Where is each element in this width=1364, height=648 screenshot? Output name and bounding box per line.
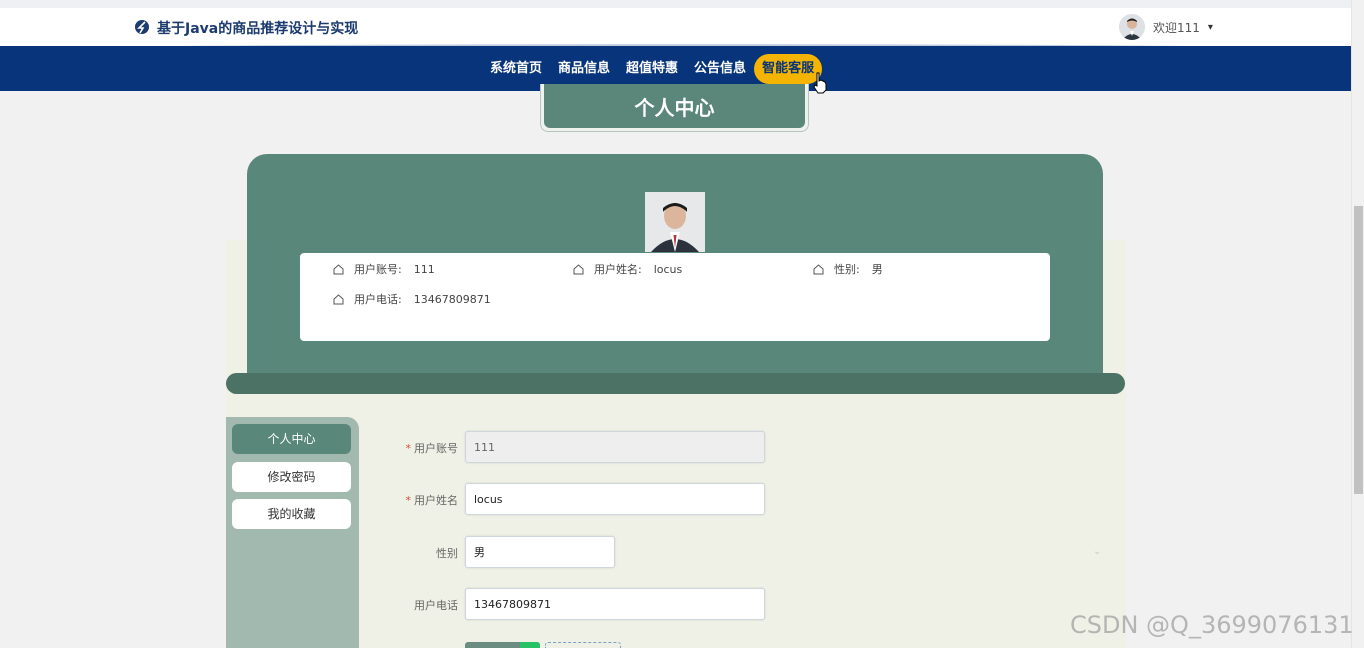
home-icon <box>813 263 824 274</box>
info-account: 用户账号: 111 <box>333 261 435 277</box>
page-scrollbar[interactable] <box>1351 0 1364 648</box>
sidebar: 个人中心 修改密码 我的收藏 <box>226 417 359 648</box>
home-icon <box>573 263 584 274</box>
nav-item-products[interactable]: 商品信息 <box>550 54 618 84</box>
nav-item-customer-service[interactable]: 智能客服 <box>754 54 823 84</box>
page-title-tab: 个人中心 <box>540 84 809 132</box>
nav-item-home[interactable]: 系统首页 <box>482 54 550 84</box>
phone-label: 用户电话: <box>354 293 402 306</box>
app-title: 基于Java的商品推荐设计与实现 <box>157 21 359 37</box>
gender-label: 性别: <box>834 263 860 276</box>
home-icon <box>333 263 344 274</box>
account-field[interactable] <box>465 431 765 463</box>
sidebar-item-change-password[interactable]: 修改密码 <box>232 462 351 492</box>
account-label: 用户账号: <box>354 263 402 276</box>
top-header: 基于Java的商品推荐设计与实现 欢迎111 ▾ <box>0 0 1364 50</box>
profile-card-base <box>226 373 1125 394</box>
nav-items: 系统首页 商品信息 超值特惠 公告信息 智能客服 <box>482 54 823 84</box>
upload-progress <box>520 642 540 648</box>
scrollbar-thumb[interactable] <box>1354 206 1363 494</box>
watermark: CSDN @Q_3699076131 <box>1070 611 1354 639</box>
nav-item-deals[interactable]: 超值特惠 <box>618 54 686 84</box>
info-name: 用户姓名: locus <box>573 261 682 277</box>
phone-field[interactable] <box>465 588 765 620</box>
name-label: 用户姓名: <box>594 263 642 276</box>
chevron-down-icon[interactable]: ▾ <box>1208 22 1213 33</box>
hand-cursor-icon <box>813 72 827 94</box>
name-value: locus <box>653 262 683 276</box>
gender-value: 男 <box>871 263 883 276</box>
info-phone: 用户电话: 13467809871 <box>333 291 491 307</box>
phone-value: 13467809871 <box>413 292 491 306</box>
form-label-name: * 用户姓名 <box>405 494 459 507</box>
home-icon <box>333 293 344 304</box>
name-field[interactable] <box>465 483 765 515</box>
sidebar-item-personal-center[interactable]: 个人中心 <box>232 424 351 454</box>
account-value: 111 <box>413 262 435 276</box>
gender-select[interactable] <box>465 536 615 568</box>
avatar[interactable] <box>1119 14 1145 40</box>
profile-photo <box>645 192 705 252</box>
upload-dropzone[interactable] <box>545 642 621 648</box>
form-label-account: * 用户账号 <box>405 442 459 455</box>
chevron-down-icon: ⌄ <box>1093 546 1102 557</box>
sidebar-item-favorites[interactable]: 我的收藏 <box>232 499 351 529</box>
welcome-text[interactable]: 欢迎111 <box>1153 19 1200 36</box>
info-gender: 性别: 男 <box>813 261 883 277</box>
form-label-gender: 性别 <box>436 547 458 560</box>
logo-icon <box>135 20 149 34</box>
upload-buttons <box>465 642 625 648</box>
page-title: 个人中心 <box>544 84 805 128</box>
form-label-phone: 用户电话 <box>414 599 458 612</box>
user-menu[interactable]: 欢迎111 ▾ <box>1119 14 1213 40</box>
nav-item-announcements[interactable]: 公告信息 <box>686 54 754 84</box>
